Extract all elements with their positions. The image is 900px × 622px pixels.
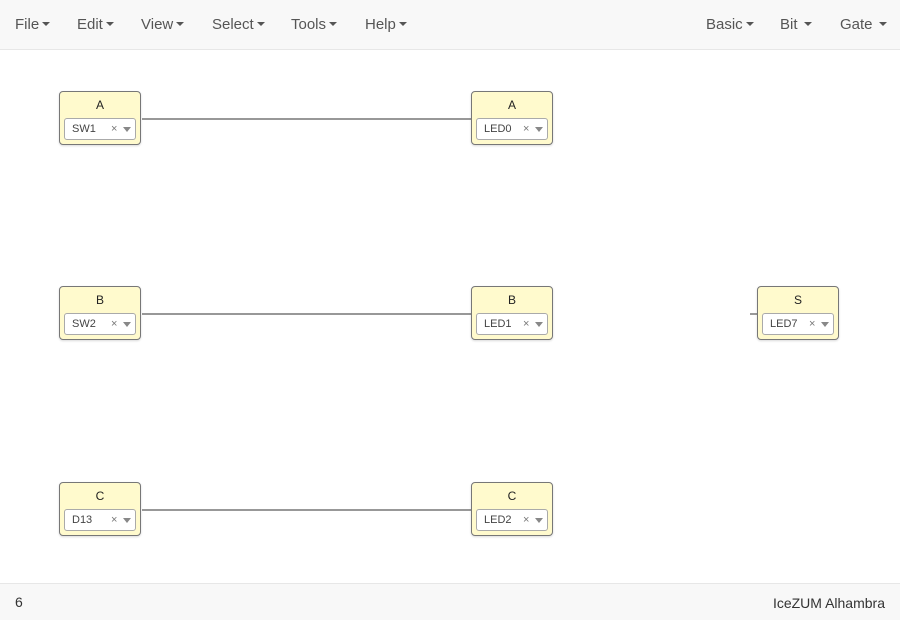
- footer-left-text: 6: [15, 594, 23, 610]
- caret-down-icon: [256, 22, 265, 27]
- dropdown-arrow-icon[interactable]: [123, 127, 131, 132]
- caret-down-icon: [105, 22, 114, 27]
- pin-value: LED2: [484, 514, 512, 526]
- dropdown-arrow-icon[interactable]: [123, 322, 131, 327]
- dropdown-arrow-icon[interactable]: [535, 518, 543, 523]
- pin-value: LED7: [770, 318, 798, 330]
- input-block-b[interactable]: B SW2 ×: [59, 286, 141, 340]
- block-label: A: [95, 98, 104, 112]
- caret-down-icon: [803, 22, 812, 27]
- menu-gate[interactable]: Gate: [840, 0, 887, 50]
- board-name[interactable]: IceZUM Alhambra: [773, 584, 885, 622]
- circuit-canvas[interactable]: A SW1 × A LED0 × B SW2 × B LED1 × S LED7…: [0, 51, 900, 583]
- output-block-c[interactable]: C LED2 ×: [471, 482, 553, 536]
- clear-icon[interactable]: ×: [523, 510, 529, 530]
- input-block-a[interactable]: A SW1 ×: [59, 91, 141, 145]
- caret-down-icon: [878, 22, 887, 27]
- pin-select[interactable]: SW1 ×: [64, 118, 136, 140]
- pin-value: D13: [72, 514, 93, 526]
- block-label: C: [507, 489, 517, 503]
- caret-down-icon: [42, 22, 51, 27]
- pin-select[interactable]: LED1 ×: [476, 313, 548, 335]
- menu-bit[interactable]: Bit: [780, 0, 812, 50]
- dropdown-arrow-icon[interactable]: [535, 127, 543, 132]
- block-label: C: [95, 489, 105, 503]
- menu-basic[interactable]: Basic: [706, 0, 754, 50]
- menu-select[interactable]: Select: [212, 0, 265, 50]
- block-label: S: [793, 293, 802, 307]
- pin-select[interactable]: LED7 ×: [762, 313, 834, 335]
- pin-select[interactable]: D13 ×: [64, 509, 136, 531]
- caret-down-icon: [745, 22, 754, 27]
- caret-down-icon: [398, 22, 407, 27]
- menu-view[interactable]: View: [141, 0, 185, 50]
- pin-select[interactable]: LED0 ×: [476, 118, 548, 140]
- dropdown-arrow-icon[interactable]: [535, 322, 543, 327]
- output-block-b[interactable]: B LED1 ×: [471, 286, 553, 340]
- dropdown-arrow-icon[interactable]: [123, 518, 131, 523]
- input-block-c[interactable]: C D13 ×: [59, 482, 141, 536]
- block-label: B: [95, 293, 104, 307]
- pin-value: LED0: [484, 123, 512, 135]
- menu-help[interactable]: Help: [365, 0, 407, 50]
- pin-select[interactable]: SW2 ×: [64, 313, 136, 335]
- pin-value: SW2: [72, 318, 96, 330]
- menu-edit[interactable]: Edit: [77, 0, 114, 50]
- clear-icon[interactable]: ×: [809, 314, 815, 334]
- clear-icon[interactable]: ×: [523, 119, 529, 139]
- dropdown-arrow-icon[interactable]: [821, 322, 829, 327]
- caret-down-icon: [329, 22, 338, 27]
- output-block-a[interactable]: A LED0 ×: [471, 91, 553, 145]
- output-block-s[interactable]: S LED7 ×: [757, 286, 839, 340]
- block-label: B: [507, 293, 516, 307]
- pin-select[interactable]: LED2 ×: [476, 509, 548, 531]
- block-label: A: [507, 98, 516, 112]
- pin-value: LED1: [484, 318, 512, 330]
- menu-file[interactable]: File: [15, 0, 51, 50]
- clear-icon[interactable]: ×: [523, 314, 529, 334]
- menu-tools[interactable]: Tools: [291, 0, 338, 50]
- menu-bar: File Edit View Select Tools Help Basic B…: [0, 0, 900, 50]
- clear-icon[interactable]: ×: [111, 314, 117, 334]
- clear-icon[interactable]: ×: [111, 119, 117, 139]
- clear-icon[interactable]: ×: [111, 510, 117, 530]
- status-footer: 6 IceZUM Alhambra: [0, 583, 900, 620]
- caret-down-icon: [176, 22, 185, 27]
- pin-value: SW1: [72, 123, 96, 135]
